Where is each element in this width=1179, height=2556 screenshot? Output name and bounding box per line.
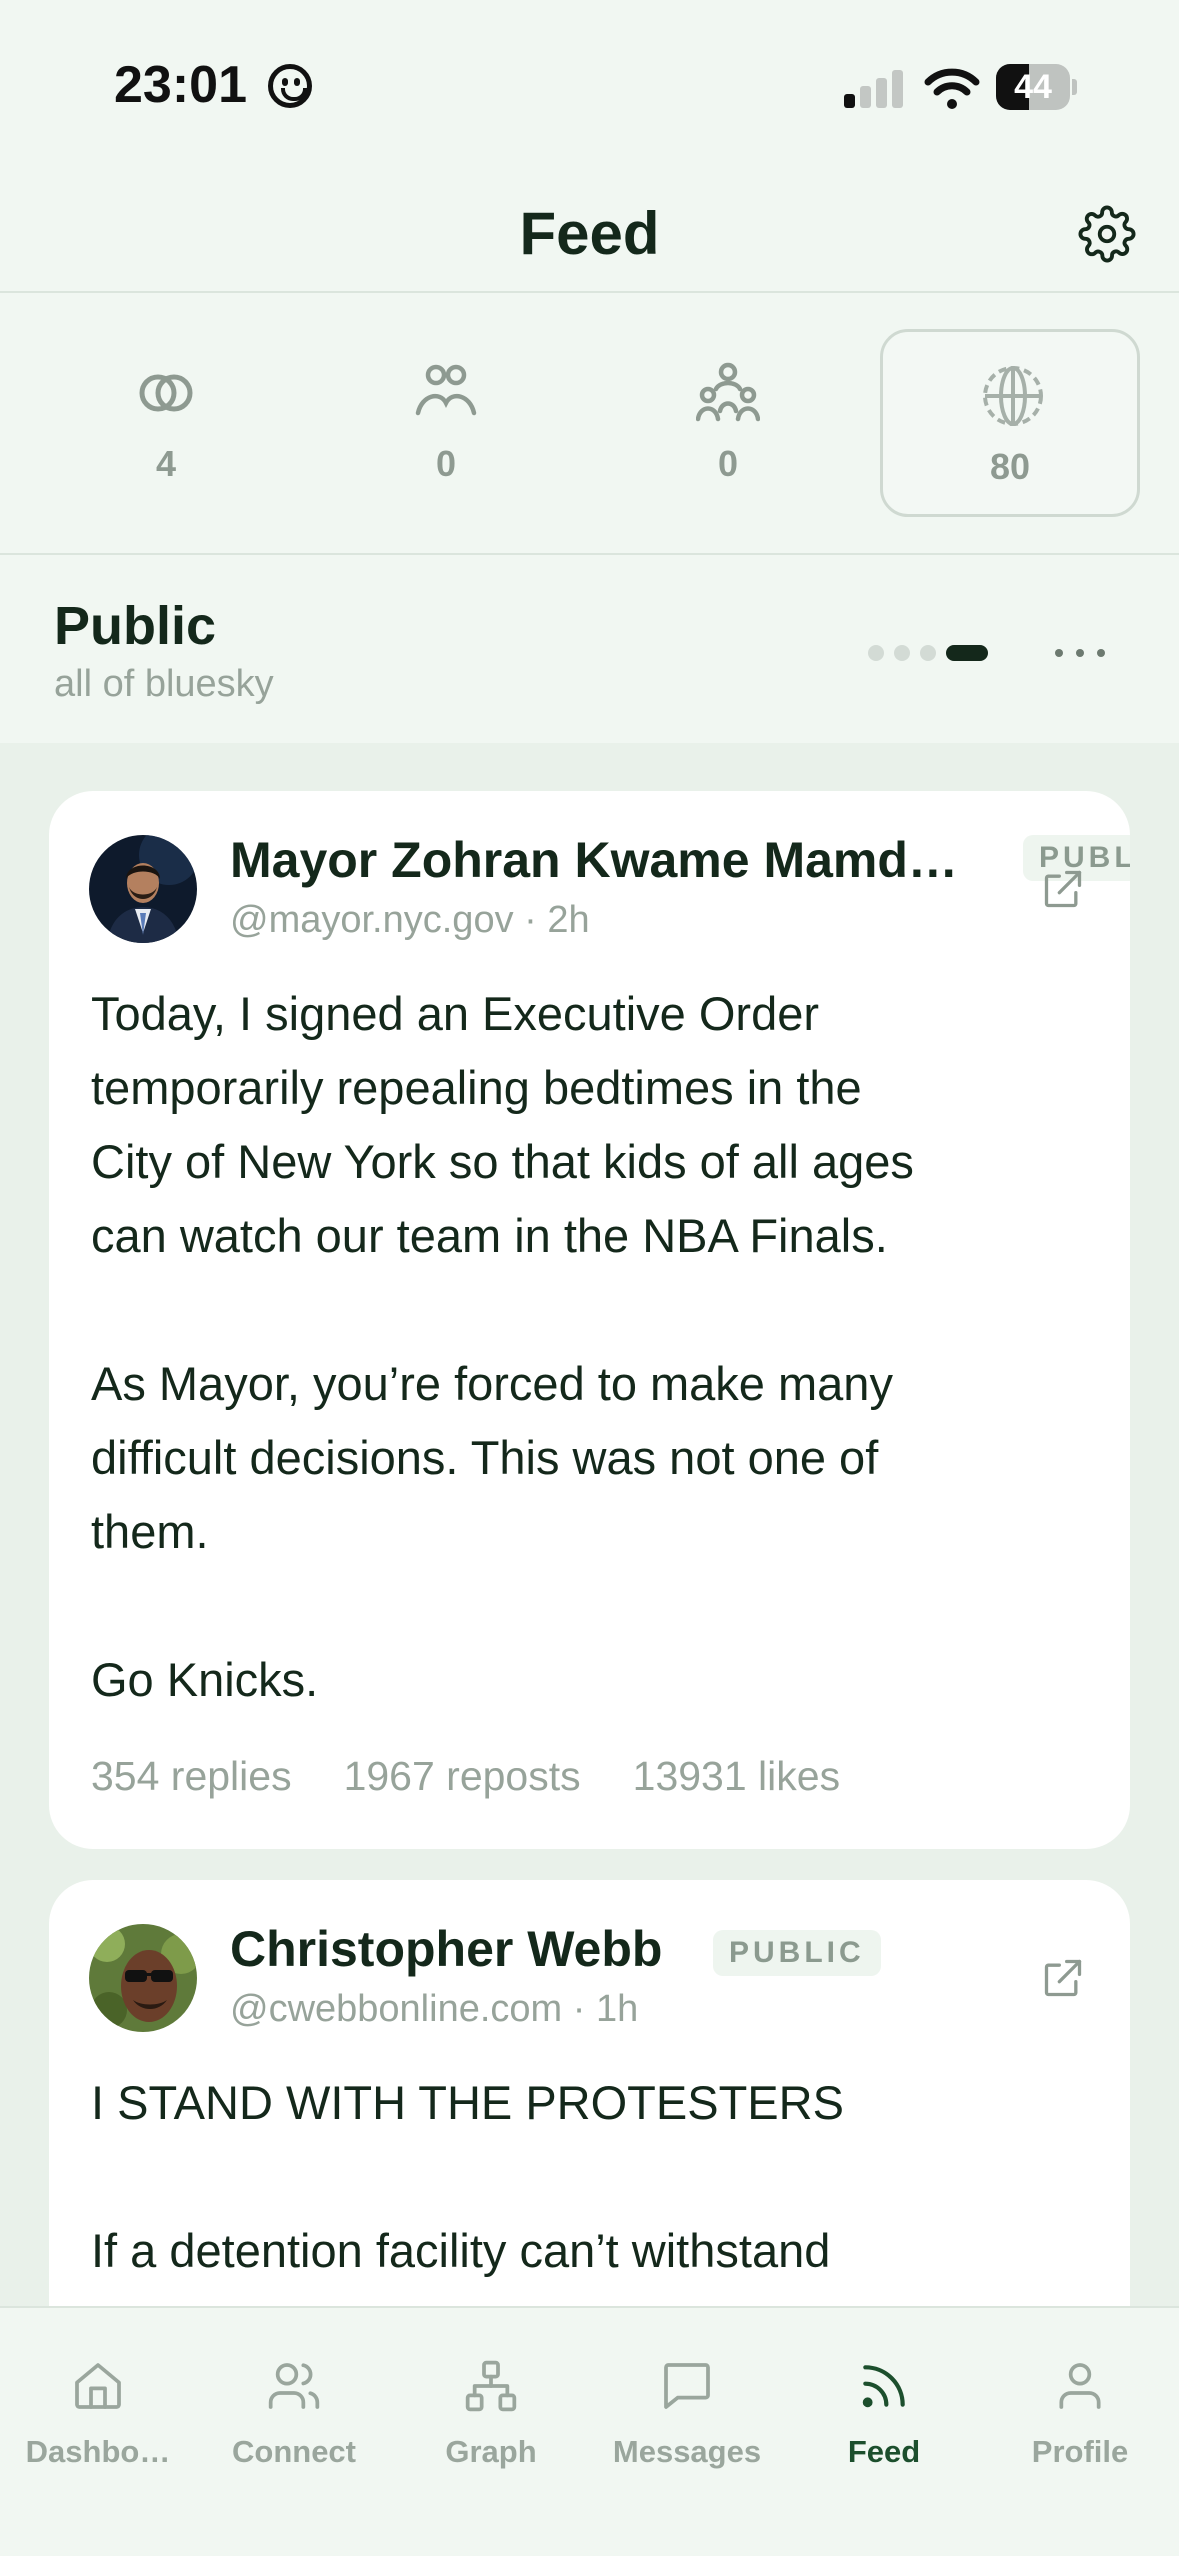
nav-label: Connect [232, 2434, 356, 2469]
overlapping-circles-icon [139, 374, 193, 412]
battery-percent: 44 [1014, 68, 1052, 106]
tab-count: 4 [155, 443, 177, 484]
page-dot [868, 645, 884, 661]
post-text: Today, I signed an Executive Order tempo… [91, 987, 914, 1706]
user-icon [1059, 2363, 1101, 2409]
feed-header: Public all of bluesky [0, 557, 1179, 743]
feed-name: Public [54, 596, 217, 656]
reposts-count[interactable]: 1967 reposts [344, 1753, 581, 1799]
page-dot-active [946, 645, 988, 661]
post-handle[interactable]: @mayor.nyc.gov · 2h [230, 899, 590, 942]
avatar[interactable] [89, 835, 197, 943]
message-icon [664, 2363, 710, 2409]
nav-label: Graph [445, 2434, 537, 2469]
nav-label: Profile [1031, 2434, 1129, 2469]
status-bar: 23:01 44 [0, 0, 1179, 175]
circle-tabs: 4 0 0 80 [0, 293, 1179, 555]
nav-feed[interactable]: Feed [786, 2308, 982, 2469]
post-card[interactable]: Christopher Webb PUBLIC @cwebbonline.com… [49, 1880, 1130, 2360]
post-author[interactable]: Christopher Webb [230, 1920, 662, 1978]
nav-profile[interactable]: Profile [982, 2308, 1178, 2469]
post-stats: 354 replies 1967 reposts 13931 likes [91, 1753, 892, 1800]
nav-graph[interactable]: Graph [393, 2308, 589, 2469]
post-card[interactable]: Mayor Zohran Kwame Mamd… @mayor.nyc.gov … [49, 791, 1130, 1849]
tab-count: 80 [989, 446, 1031, 487]
battery-icon: 44 [996, 64, 1077, 110]
network-icon [465, 2360, 517, 2412]
likes-count[interactable]: 13931 likes [633, 1753, 840, 1799]
page-dot [920, 645, 936, 661]
two-people-icon [415, 364, 477, 416]
settings-gear-icon[interactable] [1078, 205, 1136, 263]
nav-label: Messages [612, 2434, 762, 2469]
external-link-icon[interactable] [1041, 867, 1085, 911]
tab-overlap[interactable]: 4 [36, 329, 296, 517]
tab-pair[interactable]: 0 [316, 329, 576, 517]
tab-count: 0 [435, 443, 457, 484]
feed-subtitle: all of bluesky [54, 663, 274, 705]
header: Feed [0, 175, 1179, 293]
users-icon [268, 2363, 320, 2409]
replies-count[interactable]: 354 replies [91, 1753, 292, 1799]
wifi-icon [924, 68, 980, 109]
bottom-nav: Dashbo… Connect Graph Messages Feed Prof… [0, 2306, 1179, 2556]
nav-dashboard[interactable]: Dashbo… [0, 2308, 196, 2469]
home-icon [75, 2363, 121, 2409]
more-options-icon[interactable] [1055, 635, 1105, 671]
post-handle[interactable]: @cwebbonline.com · 1h [230, 1988, 638, 2031]
nav-label: Feed [847, 2434, 921, 2469]
tab-group[interactable]: 0 [598, 329, 858, 517]
post-author[interactable]: Mayor Zohran Kwame Mamd… [230, 831, 958, 889]
rss-icon [862, 2365, 905, 2408]
nav-label: Dashbo… [25, 2434, 171, 2469]
smiley-icon [268, 64, 312, 108]
cellular-signal-icon [844, 70, 904, 108]
post-text: I STAND WITH THE PROTESTERS If a detenti… [91, 2076, 844, 2277]
group-people-icon [696, 362, 760, 422]
nav-connect[interactable]: Connect [196, 2308, 392, 2469]
avatar[interactable] [89, 1924, 197, 2032]
page-indicator[interactable] [868, 645, 998, 661]
tab-count: 0 [717, 443, 739, 484]
visibility-badge: PUBLIC [713, 1930, 881, 1976]
page-title: Feed [519, 200, 660, 267]
external-link-icon[interactable] [1041, 1956, 1085, 2000]
tab-globe[interactable]: 80 [880, 329, 1140, 517]
globe-icon [983, 366, 1043, 426]
page-dot [894, 645, 910, 661]
status-time: 23:01 [114, 56, 247, 114]
nav-messages[interactable]: Messages [589, 2308, 785, 2469]
